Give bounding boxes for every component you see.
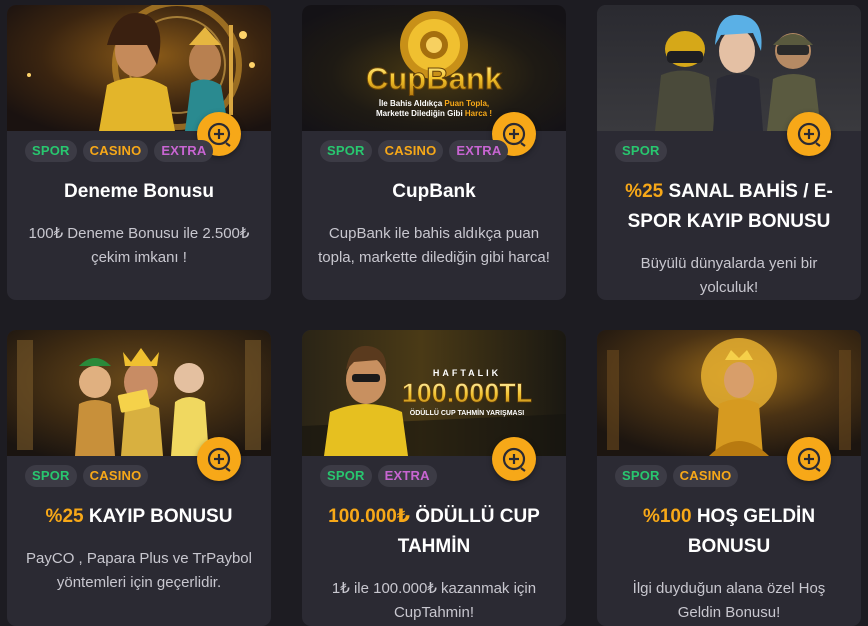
tag-casino: CASINO <box>672 465 739 487</box>
plus-circle-icon <box>502 447 526 472</box>
promo-description: PayCO , Papara Plus ve TrPaybol yöntemle… <box>26 550 252 591</box>
promo-title-text: ÖDÜLLÜ CUP TAHMİN <box>397 506 540 557</box>
promo-banner-image: HAFTALIK 100.000TL ÖDÜLLÜ CUP TAHMİN YAR… <box>302 330 566 456</box>
promo-banner-image <box>7 5 271 131</box>
tag-list: SPOR EXTRA <box>320 465 437 487</box>
promo-title-text: HOŞ GELDİN BONUSU <box>687 506 816 557</box>
promo-title: %25 KAYIP BONUSU <box>21 502 257 532</box>
plus-circle-icon <box>797 122 821 147</box>
promo-description: 1₺ ile 100.000₺ kazanmak için CupTahmin! <box>331 580 537 621</box>
promo-card-deneme-bonusu[interactable]: SPOR CASINO EXTRA Deneme Bonusu 100₺ Den… <box>7 5 271 300</box>
promo-title-highlight: %25 <box>45 506 84 527</box>
tag-list: SPOR CASINO <box>25 465 149 487</box>
tag-spor: SPOR <box>25 465 77 487</box>
add-promo-button[interactable] <box>787 437 831 481</box>
tag-list: SPOR CASINO EXTRA <box>25 140 214 162</box>
promo-title-text: KAYIP BONUSU <box>83 506 233 527</box>
promo-title: %100 HOŞ GELDİN BONUSU <box>627 502 831 562</box>
promo-title-highlight: %100 <box>642 506 692 527</box>
promo-card-cup-tahmin[interactable]: HAFTALIK 100.000TL ÖDÜLLÜ CUP TAHMİN YAR… <box>302 330 566 626</box>
promo-description: CupBank ile bahis aldıkça puan topla, ma… <box>318 225 550 266</box>
cupbank-banner-line1: İle Bahis Aldıkça Puan Topla, <box>379 99 489 108</box>
cup-tahmin-banner-subtitle: ÖDÜLLÜ CUP TAHMİN YARIŞMASI <box>410 408 525 417</box>
promo-banner-image <box>597 330 861 456</box>
tag-list: SPOR <box>615 140 667 162</box>
tag-casino: CASINO <box>82 465 149 487</box>
promo-title: CupBank <box>316 177 552 207</box>
tag-extra: EXTRA <box>449 140 509 162</box>
promo-title-text: CupBank <box>392 181 476 202</box>
cupbank-banner-line2: Markette Dilediğin Gibi Harca ! <box>376 109 492 118</box>
promo-title-text: Deneme Bonusu <box>64 181 214 202</box>
tag-spor: SPOR <box>615 140 667 162</box>
tag-spor: SPOR <box>320 465 372 487</box>
add-promo-button[interactable] <box>492 437 536 481</box>
promo-banner-image <box>597 5 861 131</box>
promo-card-cupbank[interactable]: CupBank İle Bahis Aldıkça Puan Topla, Ma… <box>302 5 566 300</box>
tag-extra: EXTRA <box>154 140 214 162</box>
promo-banner-image: CupBank İle Bahis Aldıkça Puan Topla, Ma… <box>302 5 566 131</box>
promo-card-hos-geldin[interactable]: SPOR CASINO %100 HOŞ GELDİN BONUSU İlgi … <box>597 330 861 626</box>
promo-title: 100.000₺ ÖDÜLLÜ CUP TAHMİN <box>326 502 542 562</box>
plus-circle-icon <box>797 447 821 472</box>
promo-banner-image <box>7 330 271 456</box>
tag-spor: SPOR <box>320 140 372 162</box>
promo-description: 100₺ Deneme Bonusu ile 2.500₺ çekim imka… <box>28 225 250 266</box>
cup-tahmin-banner-kicker: HAFTALIK <box>433 368 501 378</box>
cup-tahmin-banner-amount: 100.000TL <box>402 378 533 408</box>
promo-description: İlgi duyduğun alana özel Hoş Geldin Bonu… <box>632 580 826 621</box>
cupbank-logo-text: CupBank <box>366 61 503 96</box>
promo-title-highlight: %25 <box>625 181 664 202</box>
tag-casino: CASINO <box>377 140 444 162</box>
tag-list: SPOR CASINO EXTRA <box>320 140 509 162</box>
promo-card-kayip-bonusu[interactable]: SPOR CASINO %25 KAYIP BONUSU PayCO , Pap… <box>7 330 271 626</box>
tag-spor: SPOR <box>615 465 667 487</box>
promo-card-sanal-bahis[interactable]: SPOR %25 SANAL BAHİS / E-SPOR KAYIP BONU… <box>597 5 861 300</box>
tag-list: SPOR CASINO <box>615 465 739 487</box>
add-promo-button[interactable] <box>787 112 831 156</box>
promo-title: Deneme Bonusu <box>21 177 257 207</box>
plus-circle-icon <box>207 447 231 472</box>
promo-description: Büyülü dünyalarda yeni bir yolculuk! <box>640 255 818 296</box>
tag-extra: EXTRA <box>377 465 437 487</box>
tag-casino: CASINO <box>82 140 149 162</box>
promo-title-highlight: 100.000₺ <box>328 506 411 527</box>
add-promo-button[interactable] <box>197 437 241 481</box>
promo-title: %25 SANAL BAHİS / E-SPOR KAYIP BONUSU <box>611 177 847 237</box>
tag-spor: SPOR <box>25 140 77 162</box>
